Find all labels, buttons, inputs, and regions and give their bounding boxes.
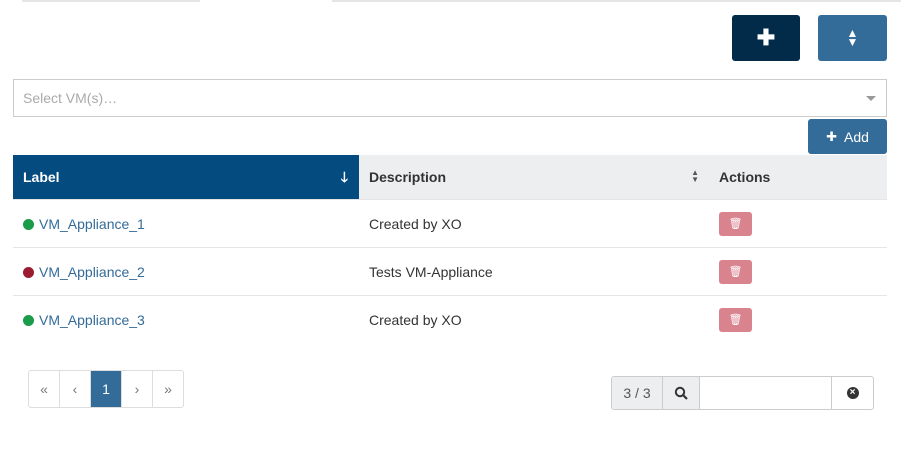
table-row: VM_Appliance_1 Created by XO 🗑 (13, 199, 887, 248)
vm-select-placeholder: Select VM(s)… (23, 90, 118, 106)
sort-icon: ▲ ▼ (691, 168, 699, 184)
filter-group: 3 / 3 × (611, 376, 874, 410)
trash-icon: 🗑 (728, 313, 743, 326)
status-halted-icon (23, 266, 34, 278)
first-page-button[interactable]: « (29, 371, 59, 407)
table-row: VM_Appliance_2 Tests VM-Appliance 🗑 (13, 247, 887, 296)
tab-divider (22, 0, 200, 2)
plus-icon: ✚ (756, 25, 776, 50)
vm-table: Label 🡓 Description ▲ ▼ Actions VM_Applianc… (13, 155, 887, 343)
add-button-label: Add (843, 128, 869, 145)
trash-icon: 🗑 (728, 265, 743, 278)
trash-icon: 🗑 (728, 217, 743, 230)
vm-description: Created by XO (359, 199, 709, 248)
delete-button[interactable]: 🗑 (719, 211, 752, 236)
next-page-button[interactable]: › (121, 371, 152, 407)
sort-button[interactable]: ▲ ▼ (818, 15, 887, 61)
last-page-button[interactable]: » (152, 371, 183, 407)
page-1-button[interactable]: 1 (90, 371, 121, 407)
column-header-actions: Actions (709, 155, 887, 200)
clear-filter-button[interactable]: × (831, 377, 873, 409)
header-text: Label (23, 169, 60, 185)
header-text: Actions (719, 169, 771, 185)
column-header-description[interactable]: Description ▲ ▼ (359, 155, 709, 200)
status-running-icon (23, 218, 34, 230)
vm-select[interactable]: Select VM(s)… (13, 79, 887, 117)
filter-input[interactable] (699, 377, 831, 409)
vm-link[interactable]: VM_Appliance_3 (39, 312, 145, 328)
search-icon (662, 377, 699, 409)
filter-count: 3 / 3 (612, 377, 662, 409)
status-running-icon (23, 314, 34, 326)
vm-description: Tests VM-Appliance (359, 247, 709, 296)
chevron-down-icon (866, 96, 876, 101)
header-text: Description (369, 169, 447, 185)
new-button[interactable]: ✚ (732, 15, 800, 61)
delete-button[interactable]: 🗑 (719, 307, 752, 332)
close-circle-icon: × (846, 387, 859, 399)
sort-icon: ▲ ▼ (846, 26, 859, 49)
pagination: « ‹ 1 › » (28, 370, 184, 408)
previous-page-button[interactable]: ‹ (59, 371, 90, 407)
delete-button[interactable]: 🗑 (719, 259, 752, 284)
vm-link[interactable]: VM_Appliance_1 (39, 216, 145, 232)
tab-divider (332, 0, 901, 2)
column-header-label[interactable]: Label 🡓 (13, 155, 359, 200)
vm-link[interactable]: VM_Appliance_2 (39, 264, 145, 280)
add-button[interactable]: ✚ Add (808, 119, 887, 154)
table-row: VM_Appliance_3 Created by XO 🗑 (13, 295, 887, 343)
vm-description: Created by XO (359, 295, 709, 343)
arrow-down-icon: 🡓 (340, 169, 348, 185)
plus-icon: ✚ (826, 128, 837, 144)
